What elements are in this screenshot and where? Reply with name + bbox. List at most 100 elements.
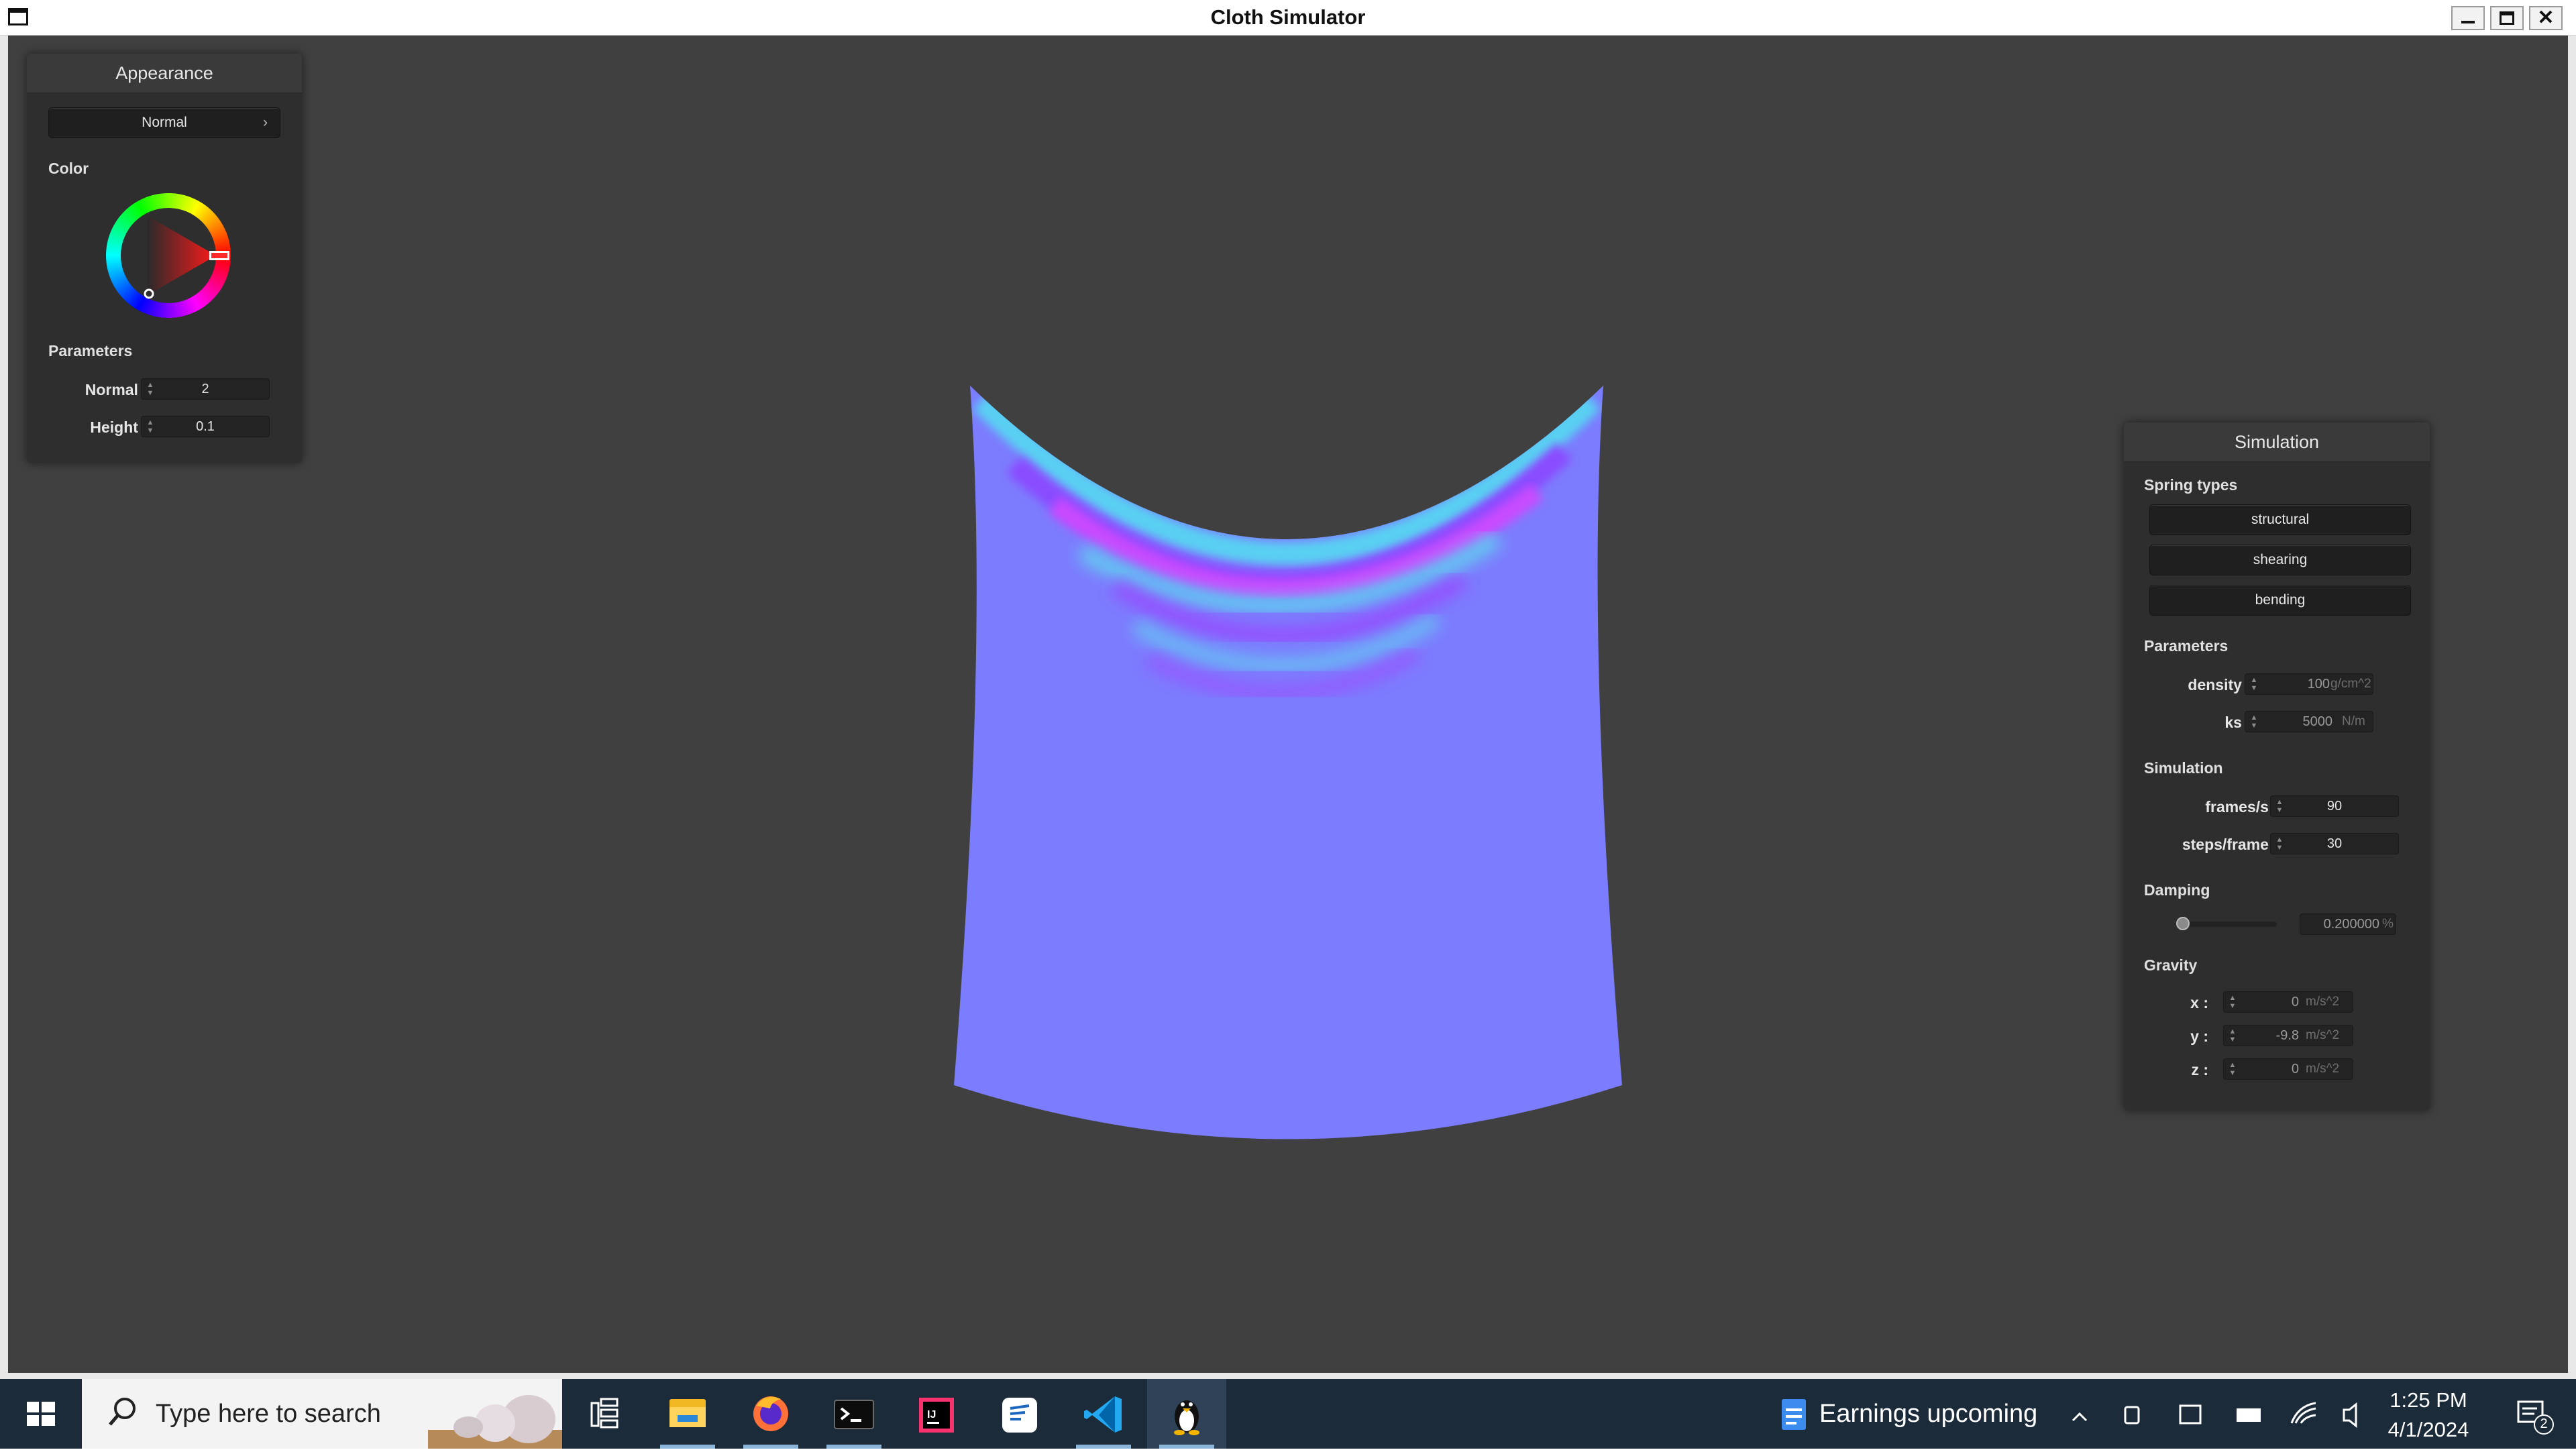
structural-button[interactable]: structural [2149,504,2411,535]
simulation-panel-header[interactable]: Simulation [2124,423,2430,462]
simulation-parameters-label: Parameters [2144,637,2229,655]
notification-text[interactable]: Earnings upcoming [1819,1379,2037,1449]
document-icon [1782,1399,1806,1430]
height-input[interactable]: ▲ ▼ 0.1 [141,416,270,437]
height-value: 0.1 [196,419,215,434]
hue-marker[interactable] [209,251,229,260]
gravity-x-label: x : [2190,994,2208,1011]
steps-value: 30 [2326,836,2343,851]
density-label: density : [2188,676,2251,693]
notes-icon [1002,1398,1037,1433]
simulation-panel: Simulation Spring types structural shear… [2124,423,2430,1111]
gravity-x-value: 0 [2291,995,2299,1009]
shearing-button[interactable]: shearing [2149,545,2411,575]
vscode-icon [1084,1396,1122,1433]
appearance-panel: Appearance Normal › Color Parameters Nor… [27,54,302,463]
frames-input[interactable]: ▲ ▼ 90 [2270,795,2399,817]
gravity-z-unit: m/s^2 [2306,1062,2340,1076]
notification-center-button[interactable]: 2 [2496,1379,2576,1449]
clock-time[interactable]: 1:25 PM [2368,1388,2489,1412]
start-button[interactable] [0,1379,82,1449]
shader-dropdown-value: Normal [142,115,187,130]
tray-icons [2072,1402,2357,1429]
svg-text:IJ: IJ [927,1409,936,1420]
spinner-icon[interactable]: ▲ ▼ [2249,714,2259,731]
file-explorer-button[interactable] [648,1379,727,1449]
chevron-right-icon: › [263,115,268,130]
gravity-y-value: -9.8 [2275,1028,2299,1043]
search-icon [109,1398,136,1426]
height-label: Height : [90,418,148,436]
simulation-section-label: Simulation [2144,759,2223,777]
spinner-icon[interactable]: ▲ ▼ [2228,994,2237,1011]
volume-muted-icon[interactable] [2343,1402,2357,1429]
damping-slider-handle[interactable] [2176,917,2190,930]
color-wheel[interactable] [106,193,231,318]
windows-logo-icon [27,1402,55,1426]
ks-label: ks : [2224,714,2251,731]
battery-icon[interactable] [2237,1408,2261,1422]
cloth-simulator-taskbar-button[interactable] [1147,1379,1226,1449]
terminal-button[interactable] [814,1379,894,1449]
firefox-button[interactable] [731,1379,810,1449]
ks-input[interactable]: ▲ ▼ 5000 N/m [2245,711,2373,732]
steps-label: steps/frame : [2182,836,2278,853]
clock-date[interactable]: 4/1/2024 [2368,1418,2489,1442]
minimize-icon [2461,21,2475,23]
appearance-panel-header[interactable]: Appearance [27,54,302,93]
maximize-button[interactable] [2490,6,2524,30]
minimize-button[interactable] [2451,6,2485,30]
wifi-icon[interactable] [2290,1402,2316,1424]
spring-types-label: Spring types [2144,476,2238,494]
notes-app-button[interactable] [981,1379,1060,1449]
spinner-icon[interactable]: ▲ ▼ [2228,1061,2237,1078]
normal-label: Normal : [85,381,148,398]
gravity-label: Gravity [2144,956,2198,974]
camera-icon[interactable] [2124,1406,2140,1425]
damping-input[interactable]: 0.200000 % [2300,913,2396,935]
frames-value: 90 [2326,799,2343,814]
intellij-button[interactable]: IJ [898,1379,977,1449]
firefox-icon [753,1396,788,1431]
normal-value: 2 [201,382,209,396]
steps-input[interactable]: ▲ ▼ 30 [2270,833,2399,854]
density-input[interactable]: ▲ ▼ 100 g/cm^2 [2245,673,2373,695]
terminal-icon [834,1400,874,1429]
intellij-icon: IJ [919,1398,954,1433]
display-icon[interactable] [2179,1404,2202,1425]
spinner-icon[interactable]: ▲ ▼ [2228,1027,2237,1045]
notification-count-badge: 2 [2540,1416,2548,1431]
search-highlight-image [428,1395,562,1449]
ks-value: 5000 [2302,714,2333,729]
bending-button[interactable]: bending [2149,585,2411,616]
appearance-parameters-label: Parameters [48,342,133,359]
damping-value: 0.200000 [2323,917,2379,932]
normal-input[interactable]: ▲ ▼ 2 [141,378,270,400]
gravity-y-label: y : [2190,1027,2208,1045]
gravity-x-input[interactable]: ▲ ▼ 0 m/s^2 [2223,991,2353,1013]
ks-unit: N/m [2342,714,2365,728]
maximize-icon [2500,11,2514,25]
gravity-y-input[interactable]: ▲ ▼ -9.8 m/s^2 [2223,1025,2353,1046]
density-value: 100 [2307,677,2330,691]
linux-penguin-icon [1174,1400,1199,1435]
close-button[interactable]: ✕ [2529,6,2563,30]
shader-dropdown[interactable]: Normal › [48,107,280,138]
close-icon: ✕ [2537,7,2555,29]
task-view-button[interactable] [565,1379,644,1449]
taskbar-search-box[interactable]: Type here to search [82,1379,562,1449]
chevron-up-icon[interactable] [2072,1412,2088,1422]
gravity-z-label: z : [2191,1061,2208,1078]
vscode-button[interactable] [1064,1379,1143,1449]
gravity-y-unit: m/s^2 [2306,1028,2340,1042]
notification-center-icon [2517,1400,2554,1435]
damping-slider[interactable] [2176,917,2277,930]
search-placeholder: Type here to search [156,1400,381,1428]
task-view-icon [590,1398,619,1429]
frames-label: frames/s : [2205,798,2278,816]
gravity-x-unit: m/s^2 [2306,995,2340,1009]
window-title: Cloth Simulator [1210,5,1366,29]
damping-unit: % [2382,917,2394,931]
gravity-z-input[interactable]: ▲ ▼ 0 m/s^2 [2223,1058,2353,1080]
spinner-icon[interactable]: ▲ ▼ [2249,676,2259,693]
